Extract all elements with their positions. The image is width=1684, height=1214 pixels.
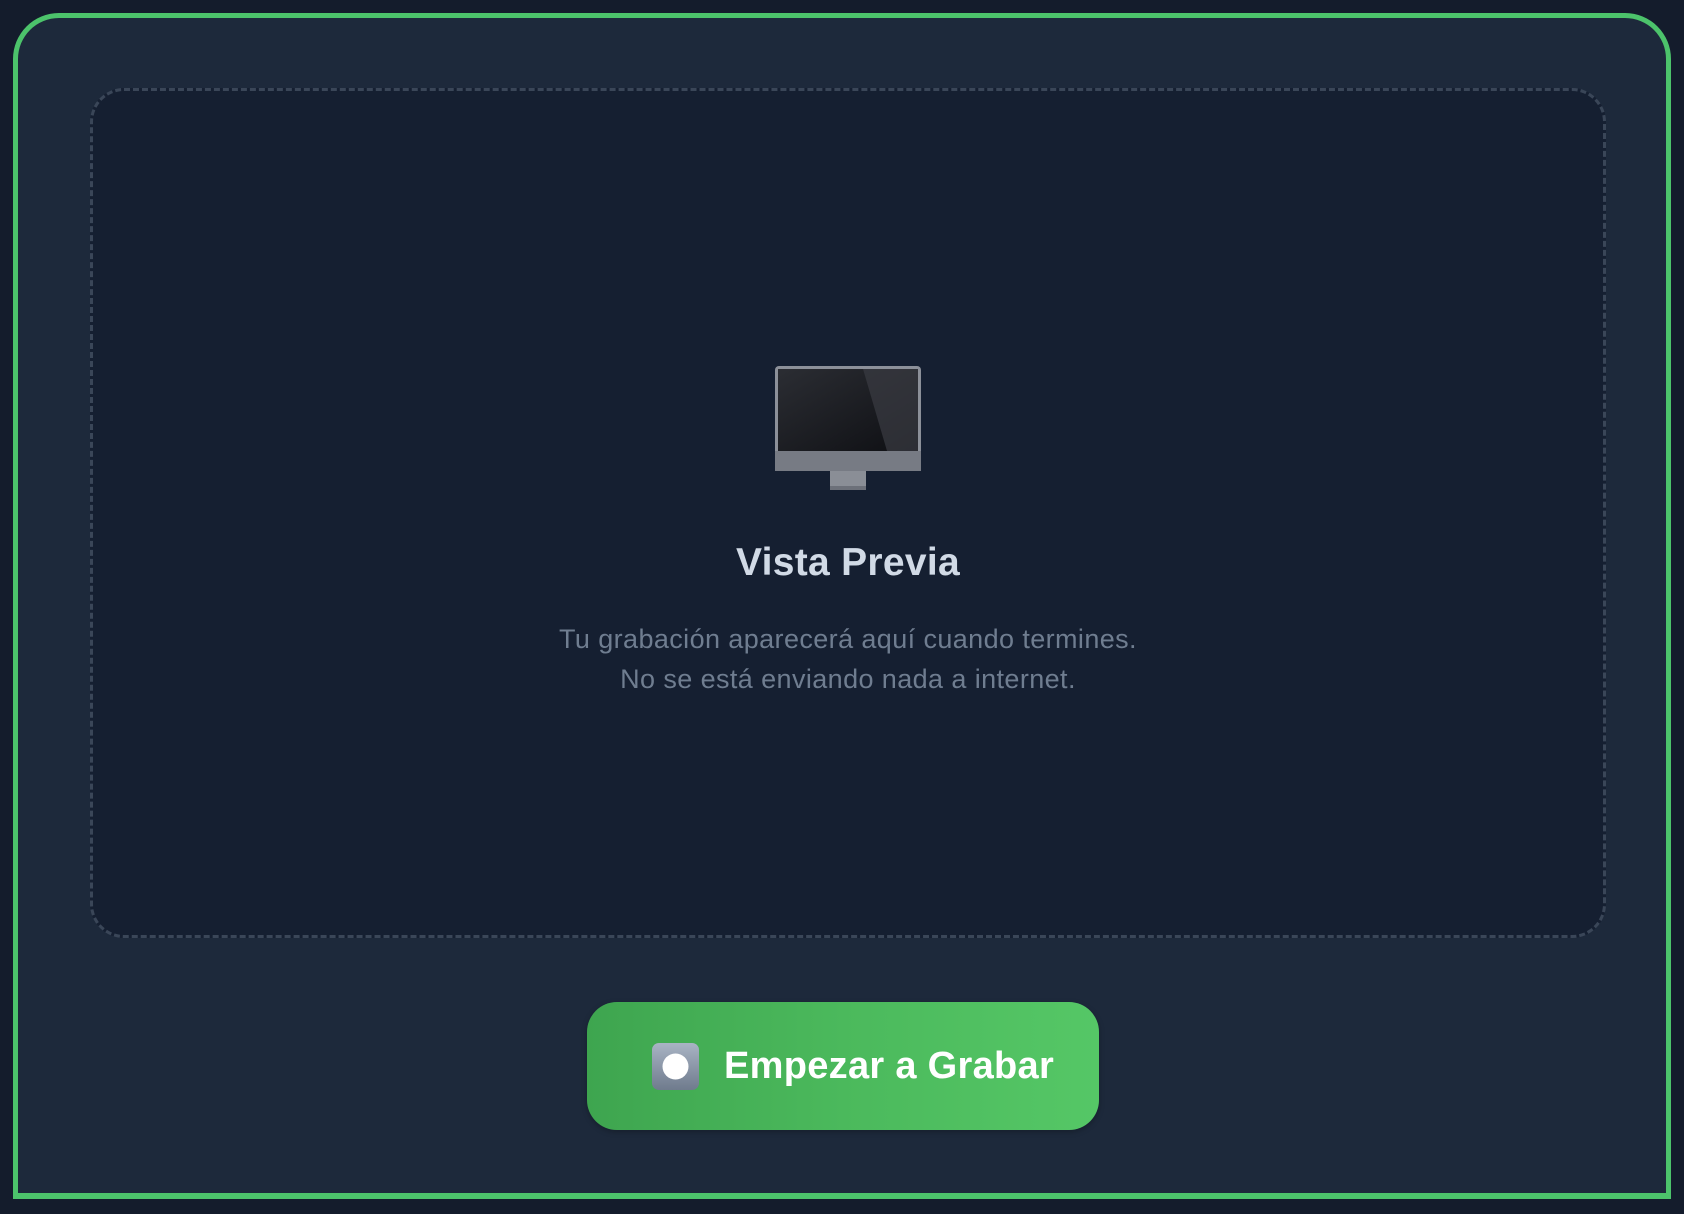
preview-area: Vista Previa Tu grabación aparecerá aquí… bbox=[90, 88, 1606, 938]
preview-description: Tu grabación aparecerá aquí cuando termi… bbox=[93, 619, 1603, 699]
start-recording-button[interactable]: Empezar a Grabar bbox=[587, 1002, 1099, 1130]
preview-title: Vista Previa bbox=[735, 541, 961, 584]
preview-description-line: No se está enviando nada a internet. bbox=[620, 664, 1076, 694]
desktop-computer-icon bbox=[775, 366, 921, 490]
preview-description-line: Tu grabación aparecerá aquí cuando termi… bbox=[559, 624, 1137, 654]
record-button-icon bbox=[652, 1043, 699, 1090]
recorder-panel: Vista Previa Tu grabación aparecerá aquí… bbox=[13, 13, 1671, 1199]
start-recording-label: Empezar a Grabar bbox=[724, 1045, 1055, 1087]
